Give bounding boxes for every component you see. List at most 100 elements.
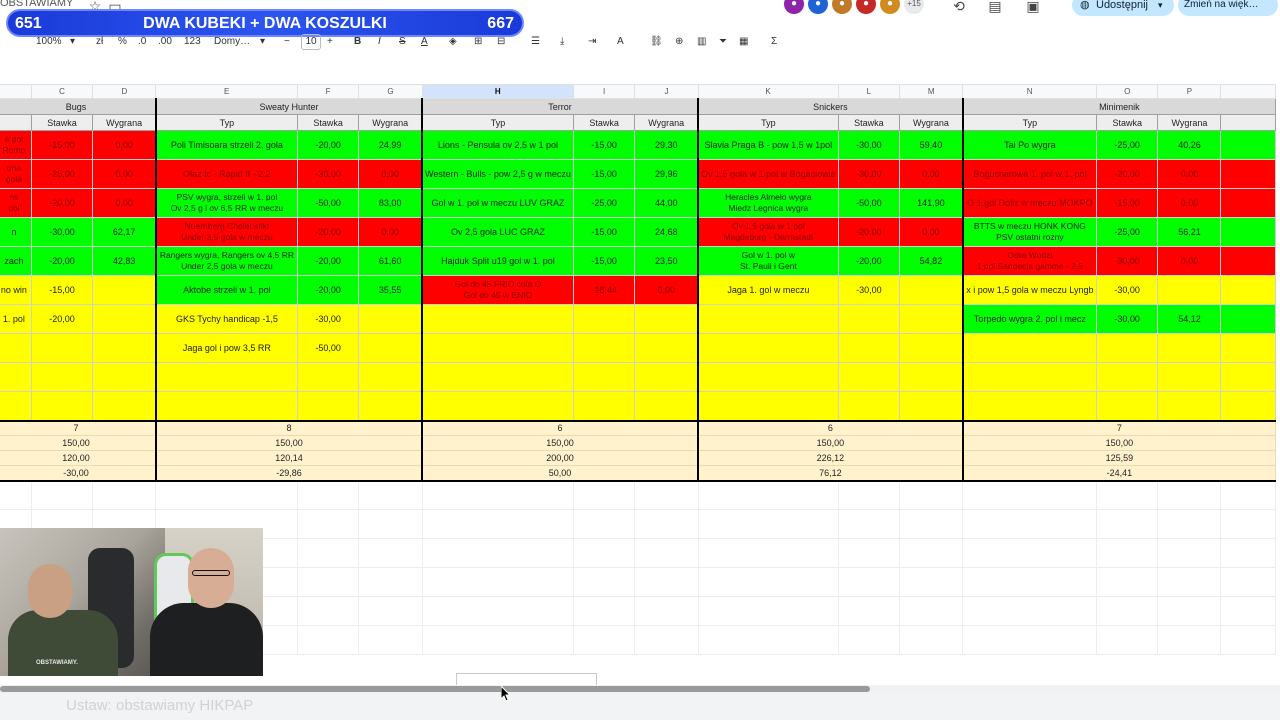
- empty-cell[interactable]: [634, 509, 699, 539]
- text-wrap-icon[interactable]: ⇥: [588, 36, 596, 47]
- empty-cell[interactable]: [572, 567, 636, 597]
- empty-cell[interactable]: [1095, 538, 1159, 568]
- currency-format-button[interactable]: zł: [96, 36, 103, 47]
- empty-cell[interactable]: [899, 567, 964, 597]
- summary-net-terror[interactable]: 50,00: [421, 465, 699, 482]
- winnings-cell[interactable]: [358, 304, 423, 334]
- winnings-cell[interactable]: [358, 362, 423, 392]
- empty-cell[interactable]: [837, 625, 901, 655]
- winnings-cell[interactable]: 29,96: [634, 159, 699, 189]
- column-header-j[interactable]: J: [634, 84, 699, 99]
- empty-cell[interactable]: [1220, 391, 1276, 421]
- column-header-d[interactable]: D: [92, 84, 157, 99]
- empty-cell[interactable]: [1220, 217, 1276, 247]
- group-minimenik[interactable]: Minimenik: [961, 98, 1276, 115]
- fill-color-icon[interactable]: ◈: [449, 36, 457, 47]
- stake-cell[interactable]: -25,00: [1095, 130, 1159, 160]
- winnings-cell[interactable]: [1157, 391, 1222, 421]
- empty-cell[interactable]: [296, 596, 360, 626]
- bet-type-cell[interactable]: [421, 362, 574, 392]
- summary-won-minimenik[interactable]: 125,59: [961, 450, 1276, 466]
- stake-cell[interactable]: -15,00: [1095, 188, 1159, 218]
- winnings-cell[interactable]: 0,00: [358, 217, 423, 247]
- stake-cell[interactable]: [837, 391, 901, 421]
- empty-cell[interactable]: [1220, 509, 1276, 539]
- share-dropdown-icon[interactable]: ▾: [1158, 0, 1174, 16]
- bet-type-cell[interactable]: Rangers wygra, Rangers ov 4,5 RR Under 2…: [154, 246, 298, 276]
- winnings-cell[interactable]: 24,99: [358, 130, 423, 160]
- empty-cell[interactable]: [962, 567, 1097, 597]
- summary-count-bugs[interactable]: 7: [0, 419, 157, 436]
- header-typ[interactable]: Typ: [961, 114, 1097, 131]
- empty-cell[interactable]: [1220, 246, 1276, 276]
- empty-cell[interactable]: [421, 509, 574, 539]
- column-header-l[interactable]: L: [837, 84, 901, 99]
- winnings-cell[interactable]: 0,00: [358, 159, 423, 189]
- summary-stake-snickers[interactable]: 150,00: [697, 435, 964, 451]
- empty-cell[interactable]: [421, 625, 574, 655]
- empty-cell[interactable]: [837, 538, 901, 568]
- empty-cell[interactable]: [572, 625, 636, 655]
- bet-type-cell[interactable]: [697, 362, 839, 392]
- bet-type-cell[interactable]: [697, 304, 839, 334]
- empty-cell[interactable]: [358, 567, 423, 597]
- empty-cell[interactable]: [1220, 114, 1276, 131]
- winnings-cell[interactable]: [634, 391, 699, 421]
- empty-cell[interactable]: [1157, 509, 1222, 539]
- bet-type-cell[interactable]: BTTS w meczu HONK KONG PSV ostatni rozny: [961, 217, 1097, 247]
- winnings-cell[interactable]: 83,00: [358, 188, 423, 218]
- borders-icon[interactable]: ⊞: [474, 36, 482, 47]
- group-bugs[interactable]: Bugs: [0, 98, 157, 115]
- winnings-cell[interactable]: [92, 391, 157, 421]
- chevron-down-icon[interactable]: ▾: [260, 36, 265, 47]
- winnings-cell[interactable]: [899, 362, 964, 392]
- column-header[interactable]: [0, 84, 32, 99]
- bet-type-cell[interactable]: Gol w 1. pol w St. Pauli i Gent: [697, 246, 839, 276]
- empty-cell[interactable]: [697, 509, 839, 539]
- summary-count-minimenik[interactable]: 7: [961, 419, 1276, 436]
- header-wygrana[interactable]: Wygrana: [1157, 114, 1222, 131]
- empty-cell[interactable]: [296, 509, 360, 539]
- winnings-cell[interactable]: [899, 304, 964, 334]
- bet-type-cell[interactable]: Ov 1,5 gola w 1 pol w Bogaciowie: [697, 159, 839, 189]
- stake-cell[interactable]: -20,00: [296, 275, 360, 305]
- empty-cell[interactable]: [1095, 625, 1159, 655]
- empty-cell[interactable]: [1157, 480, 1222, 510]
- stake-cell[interactable]: [837, 304, 901, 334]
- column-header-k[interactable]: K: [697, 84, 839, 99]
- empty-cell[interactable]: [1220, 362, 1276, 392]
- winnings-cell[interactable]: [634, 362, 699, 392]
- header-wygrana[interactable]: Wygrana: [899, 114, 964, 131]
- bet-type-cell[interactable]: x i pow 1,5 gola w meczu Lyngb: [961, 275, 1097, 305]
- stake-cell[interactable]: -50,00: [296, 333, 360, 363]
- bet-type-cell[interactable]: Bogucharowa 1. pol w 1. pol: [961, 159, 1097, 189]
- avatar[interactable]: ●: [808, 0, 828, 14]
- bet-type-cell[interactable]: Nuernberg Cholet stikt Under 3,5 gola w …: [154, 217, 298, 247]
- bet-type-cell[interactable]: Olaz fc - Rapid II - 2:2: [154, 159, 298, 189]
- empty-cell[interactable]: [634, 596, 699, 626]
- empty-cell[interactable]: [899, 625, 964, 655]
- bet-type-cell[interactable]: Gol w 1. pol w meczu LUV GRAZ: [421, 188, 574, 218]
- winnings-cell[interactable]: [1157, 333, 1222, 363]
- bet-type-cell[interactable]: zach: [0, 246, 32, 276]
- winnings-cell[interactable]: [1157, 362, 1222, 392]
- stake-cell[interactable]: [1095, 333, 1159, 363]
- bet-type-cell[interactable]: [421, 304, 574, 334]
- stake-cell[interactable]: -30,00: [837, 130, 901, 160]
- column-header-i[interactable]: I: [572, 84, 636, 99]
- strikethrough-button[interactable]: S: [399, 36, 406, 47]
- stake-cell[interactable]: -20,00: [30, 304, 94, 334]
- empty-cell[interactable]: [1220, 130, 1276, 160]
- stake-cell[interactable]: -20,00: [296, 217, 360, 247]
- insert-link-icon[interactable]: ⛓: [650, 36, 663, 47]
- empty-cell[interactable]: [837, 480, 901, 510]
- summary-won-snickers[interactable]: 226,12: [697, 450, 964, 466]
- winnings-cell[interactable]: 40,26: [1157, 130, 1222, 160]
- empty-cell[interactable]: [92, 480, 157, 510]
- stake-cell[interactable]: [572, 362, 636, 392]
- stake-cell[interactable]: [30, 391, 94, 421]
- decrease-font-size-icon[interactable]: −: [284, 36, 290, 47]
- stake-cell[interactable]: [837, 362, 901, 392]
- empty-cell[interactable]: [1220, 567, 1276, 597]
- stake-cell[interactable]: -15,00: [30, 275, 94, 305]
